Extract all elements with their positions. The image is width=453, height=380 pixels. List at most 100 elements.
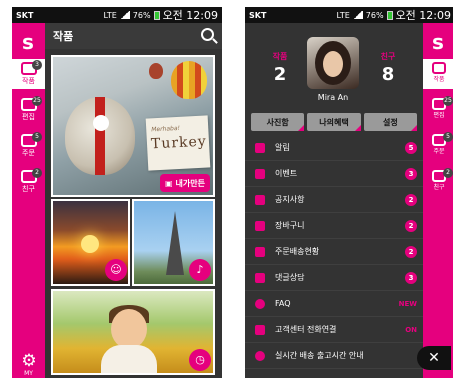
menu-item-label: 댓글상담: [275, 273, 305, 282]
avatar[interactable]: [307, 37, 359, 89]
status-tag: ON: [405, 325, 417, 334]
sidebar-item-label: 주문: [22, 149, 35, 157]
menu-item-label: FAQ: [275, 299, 291, 308]
photo-turkey-balloons[interactable]: Merhaba! Turkey ▣ 내가만든: [51, 55, 215, 197]
sidebar-item-works[interactable]: 작품: [423, 59, 453, 89]
music-icon[interactable]: ♪: [189, 259, 211, 281]
turkey-card: Merhaba! Turkey: [145, 115, 211, 171]
my-creations-button[interactable]: ▣ 내가만든: [159, 174, 210, 192]
my-menu-screen: SKT LTE 76% 오전 12:09 s 작품 25 편집 5 주문 2 친…: [245, 7, 453, 378]
menu-item-label: 알림: [275, 143, 290, 152]
signal-icon: [352, 11, 363, 19]
menu-item-label: 장바구니: [275, 221, 305, 230]
battery-icon: [153, 10, 160, 20]
profile-panel: 작품 2 Mira An 친구 8 사진함 나의혜택 설정 알림 5 이벤트 3: [245, 23, 423, 378]
header: 작품: [45, 23, 222, 49]
photo-eiffel-tower[interactable]: ♪: [132, 199, 215, 286]
menu-item-label: 주문배송현황: [275, 247, 320, 256]
person-icon[interactable]: ☺: [105, 259, 127, 281]
badge: 2: [32, 168, 42, 178]
new-tag: NEW: [398, 299, 417, 308]
menu-item-label: 실시간 배송 출고시간 안내: [275, 351, 364, 360]
card-title: Turkey: [150, 133, 208, 153]
close-icon[interactable]: ✕: [417, 346, 451, 370]
friends-count[interactable]: 친구 8: [363, 51, 413, 85]
gift-icon: [255, 168, 265, 179]
count-badge: 2: [405, 245, 417, 258]
balloon-image: [171, 61, 207, 99]
sidebar-item-label: 주문: [433, 148, 445, 155]
sidebar-item-label: 작품: [22, 77, 35, 85]
sidebar-item-friends[interactable]: 2 친구: [423, 167, 453, 197]
app-logo-icon[interactable]: s: [17, 31, 39, 53]
count-badge: 3: [405, 271, 417, 284]
works-count[interactable]: 작품 2: [255, 51, 305, 85]
menu-item-shipping-time[interactable]: 실시간 배송 출고시간 안내: [245, 343, 423, 369]
sidebar-item-edit[interactable]: 25 편집: [423, 95, 453, 125]
friends-value: 8: [381, 64, 395, 85]
clock: 오전 12:09: [395, 9, 451, 22]
truck-icon: [255, 246, 265, 257]
balloon-image: [149, 63, 163, 79]
count-badge: 5: [405, 141, 417, 154]
clock-icon[interactable]: ◷: [189, 349, 211, 371]
carrier-label: SKT: [249, 10, 267, 20]
menu-item-notices[interactable]: 공지사항 2: [245, 187, 423, 213]
works-value: 2: [273, 64, 287, 85]
sidebar-item-order[interactable]: 5 주문: [423, 131, 453, 161]
sidebar-item-edit[interactable]: 25 편집: [12, 95, 45, 125]
count-badge: 2: [405, 193, 417, 206]
status-bar: SKT LTE 76% 오전 12:09: [12, 7, 222, 23]
tab-settings[interactable]: 설정: [363, 113, 418, 131]
photo-sunset[interactable]: ☺: [51, 199, 130, 286]
works-label: 작품: [272, 52, 288, 61]
image-icon: ▣: [164, 178, 173, 188]
sidebar: s 3 작품 25 편집 5 주문 2 친구 ⚙ MY: [12, 23, 45, 378]
menu-item-label: 이벤트: [275, 169, 298, 178]
menu-list: 알림 5 이벤트 3 공지사항 2 장바구니 2 주문배송현황 2 댓글상담 3…: [245, 135, 423, 369]
menu-item-faq[interactable]: FAQ NEW: [245, 291, 423, 317]
menu-item-events[interactable]: 이벤트 3: [245, 161, 423, 187]
network-label: LTE: [103, 10, 117, 20]
camera-icon: [432, 62, 446, 74]
menu-item-order-status[interactable]: 주문배송현황 2: [245, 239, 423, 265]
gallery-screen: SKT LTE 76% 오전 12:09 s 3 작품 25 편집 5 주문 2: [12, 7, 222, 378]
sidebar-item-order[interactable]: 5 주문: [12, 131, 45, 161]
sidebar-item-label: 편집: [433, 112, 445, 119]
app-logo-icon[interactable]: s: [427, 31, 449, 53]
cart-icon: [255, 220, 265, 231]
photo-child-field[interactable]: ◷: [51, 289, 215, 375]
tab-my-benefits[interactable]: 나의혜택: [307, 113, 361, 131]
battery-percent: 76%: [365, 10, 384, 20]
profile-tabs: 사진함 나의혜택 설정: [251, 113, 418, 131]
status-bar: SKT LTE 76% 오전 12:09: [245, 7, 453, 23]
battery-icon: [386, 10, 393, 20]
settings-label: MY: [24, 370, 33, 377]
count-badge: 3: [405, 167, 417, 180]
badge: 5: [32, 132, 42, 142]
menu-item-call-center[interactable]: 고객센터 전화연결 ON: [245, 317, 423, 343]
menu-item-cart[interactable]: 장바구니 2: [245, 213, 423, 239]
sidebar-item-friends[interactable]: 2 친구: [12, 167, 45, 197]
sidebar-item-label: 친구: [433, 184, 445, 191]
my-creations-label: 내가만든: [175, 178, 205, 188]
battery-percent: 76%: [132, 10, 151, 20]
badge: 2: [443, 168, 453, 178]
count-badge: 2: [405, 219, 417, 232]
clock-icon: [255, 350, 265, 361]
carrier-label: SKT: [16, 10, 34, 20]
question-icon: [255, 298, 265, 309]
chat-icon: [255, 272, 265, 283]
search-icon[interactable]: [201, 28, 214, 41]
menu-item-notifications[interactable]: 알림 5: [245, 135, 423, 161]
sidebar-item-label: 작품: [433, 76, 445, 83]
menu-item-label: 공지사항: [275, 195, 305, 204]
tab-photo-box[interactable]: 사진함: [251, 113, 305, 131]
sidebar-item-label: 편집: [22, 113, 35, 121]
clock: 오전 12:09: [162, 9, 218, 22]
sidebar-item-label: 친구: [22, 185, 35, 193]
phone-icon: [255, 324, 265, 335]
gear-icon[interactable]: ⚙: [20, 352, 38, 370]
sidebar-item-works[interactable]: 3 작품: [12, 59, 45, 89]
menu-item-comment-support[interactable]: 댓글상담 3: [245, 265, 423, 291]
